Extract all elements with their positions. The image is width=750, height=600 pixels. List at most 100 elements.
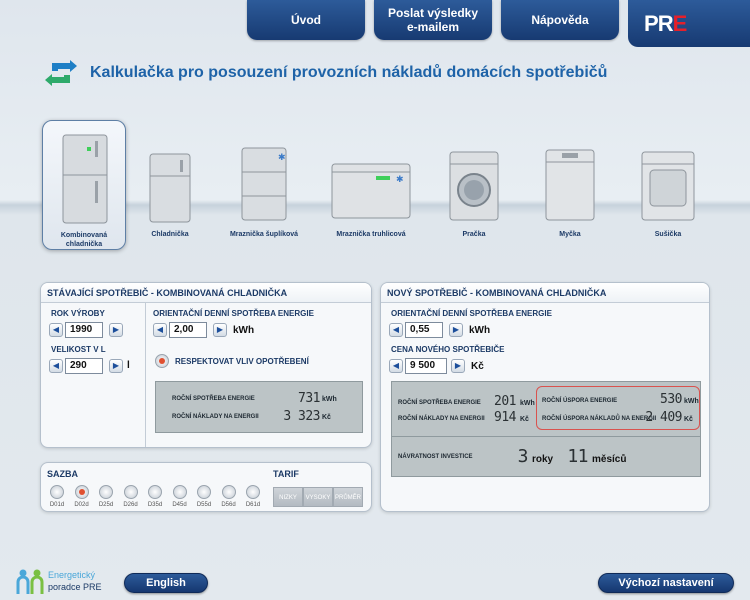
existing-spotreba-increase-button[interactable]: ▶ [213,323,227,337]
sazba-radio-d02d[interactable] [74,485,89,499]
navratnost-mesice-unit: měsíců [592,454,627,465]
new-rocni-naklady-label: ROČNÍ NÁKLADY NA ENERGII [398,416,485,422]
rok-input[interactable]: 1990 [65,322,103,338]
brand-line-1: Energetický [48,570,96,580]
appliance-kombinovana[interactable]: Kombinovaná chladnička [42,120,126,250]
new-spotreba-increase-button[interactable]: ▶ [449,323,463,337]
rok-label: ROK VÝROBY [51,309,105,318]
sazba-label: D26d [123,502,138,508]
uspora-energie-value: 530 [660,392,682,407]
velikost-increase-button[interactable]: ▶ [109,359,123,373]
uspora-naklady-unit: Kč [684,416,693,423]
sazba-header: SAZBA [47,469,78,479]
tarif-vysoky-button[interactable]: VYSOKY [303,487,333,507]
reset-defaults-label: Výchozí nastavení [618,577,714,589]
navratnost-mesice-value: 11 [567,446,588,467]
sazba-radio-d61d[interactable] [246,485,260,499]
existing-rocni-spotreba-label: ROČNÍ SPOTŘEBA ENERGIE [172,396,255,402]
reset-defaults-button[interactable]: Výchozí nastavení [598,573,734,593]
existing-rocni-naklady-unit: Kč [322,414,331,421]
new-rocni-spotreba-unit: kWh [520,400,535,407]
washing-machine-icon [449,151,499,221]
sazba-label: D01d [49,502,65,508]
nav-email-button[interactable]: Poslat výsledky e-mailem [374,0,492,40]
sazba-radio-d01d[interactable] [50,485,64,499]
dishwasher-icon [545,149,595,221]
new-rocni-naklady-value: 914 [494,410,516,425]
appliance-label: Mraznička truhlicová [336,231,406,238]
existing-results-lcd: ROČNÍ SPOTŘEBA ENERGIE 731 kWh ROČNÍ NÁK… [155,381,363,433]
nav-uvod-label: Úvod [291,13,321,27]
velikost-decrease-button[interactable]: ◀ [49,359,63,373]
english-button[interactable]: English [124,573,208,593]
appliance-susicka[interactable]: Sušička [626,120,710,250]
rok-increase-button[interactable]: ▶ [109,323,123,337]
appliance-mraznicka-truh[interactable]: ✱ Mraznička truhlicová [328,120,414,250]
sazba-radio-d35d[interactable] [148,485,162,499]
appliance-label: Pračka [462,231,486,238]
appliance-pracka[interactable]: Pračka [432,120,516,250]
existing-rocni-spotreba-unit: kWh [322,396,337,403]
sazba-radio-d25d[interactable] [99,485,113,499]
new-panel-header: NOVÝ SPOTŘEBIČ - KOMBINOVANÁ CHLADNIČKA [381,283,709,303]
existing-spotreba-label: ORIENTAČNÍ DENNÍ SPOTŘEBA ENERGIE [153,309,314,318]
sazba-label: D02d [74,502,89,508]
appliance-chladnicka[interactable]: Chladnička [128,120,212,250]
new-appliance-panel: NOVÝ SPOTŘEBIČ - KOMBINOVANÁ CHLADNIČKA … [380,282,710,512]
existing-rocni-naklady-label: ROČNÍ NÁKLADY NA ENERGII [172,414,259,420]
page-title-row: Kalkulačka pro posouzení provozních nákl… [44,60,607,86]
new-spotreba-input[interactable]: 0,55 [405,322,443,338]
velikost-label: VELIKOST V L [51,345,106,354]
existing-panel-header: STÁVAJÍCÍ SPOTŘEBIČ - KOMBINOVANÁ CHLADN… [41,283,371,303]
sazba-label: D55d [196,502,212,508]
new-spotreba-decrease-button[interactable]: ◀ [389,323,403,337]
appliance-mraznicka-supl[interactable]: ✱ Mraznička šuplíková [222,120,306,250]
cena-unit: Kč [471,361,484,372]
tarif-prumer-button[interactable]: PRŮMĚR [333,487,363,507]
sazba-label: D61d [245,502,261,508]
existing-spotreba-input[interactable]: 2,00 [169,322,207,338]
velikost-input[interactable]: 290 [65,358,103,374]
tarif-nizky-button[interactable]: NIZKY [273,487,303,507]
dryer-icon [641,151,695,221]
cena-input[interactable]: 9 500 [405,358,447,374]
nav-uvod-button[interactable]: Úvod [247,0,365,40]
uspora-energie-label: ROČNÍ ÚSPORA ENERGIE [542,398,618,404]
svg-text:✱: ✱ [278,152,286,162]
rok-decrease-button[interactable]: ◀ [49,323,63,337]
sazba-radio-d26d[interactable] [123,485,138,499]
sazba-label: D56d [221,502,236,508]
existing-spotreba-unit: kWh [233,325,255,336]
new-rocni-spotreba-label: ROČNÍ SPOTŘEBA ENERGIE [398,400,481,406]
svg-text:✱: ✱ [396,174,404,184]
sazba-radio-d45d[interactable] [172,485,187,499]
existing-rocni-spotreba-value: 731 [298,391,320,406]
navratnost-roky-unit: roky [532,454,554,465]
respektovat-label: RESPEKTOVAT VLIV OPOTŘEBENÍ [175,357,309,366]
sazba-label: D25d [98,502,114,508]
appliance-label: Kombinovaná chladnička [60,232,108,248]
cena-decrease-button[interactable]: ◀ [389,359,403,373]
chest-freezer-icon: ✱ [331,163,411,219]
appliance-label: Myčka [559,231,581,238]
tarif-header: TARIF [273,469,299,479]
fridge-combi-icon [62,134,108,224]
new-rocni-spotreba-value: 201 [494,394,516,409]
nav-email-label-1: Poslat výsledky [387,6,479,20]
page-title: Kalkulačka pro posouzení provozních nákl… [90,64,608,81]
sazba-radio-d56d[interactable] [221,485,236,499]
swap-arrows-icon [44,60,78,86]
new-results-lcd: ROČNÍ SPOTŘEBA ENERGIE 201 kWh ROČNÍ NÁK… [391,381,701,477]
appliance-mycka[interactable]: Myčka [528,120,612,250]
existing-rocni-naklady-value: 3 323 [283,409,320,424]
existing-divider [145,303,146,447]
uspora-naklady-value: 2 409 [645,410,682,425]
sazba-radio-d55d[interactable] [197,485,211,499]
respektovat-radio[interactable] [155,354,169,368]
existing-spotreba-decrease-button[interactable]: ◀ [153,323,167,337]
english-label: English [146,577,186,589]
nav-help-button[interactable]: Nápověda [501,0,619,40]
existing-appliance-panel: STÁVAJÍCÍ SPOTŘEBIČ - KOMBINOVANÁ CHLADN… [40,282,372,448]
drawer-freezer-icon: ✱ [241,147,287,221]
cena-increase-button[interactable]: ▶ [451,359,465,373]
